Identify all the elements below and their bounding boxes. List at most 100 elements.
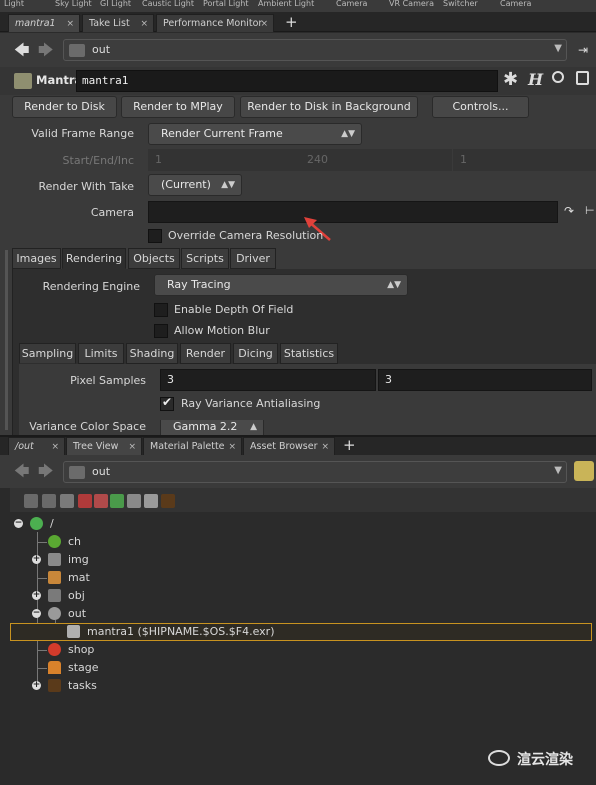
- tree-item-out[interactable]: − out: [10, 605, 596, 623]
- override-camera-resolution-checkbox[interactable]: [148, 229, 162, 243]
- shelf-tool[interactable]: VR Camera: [389, 0, 434, 8]
- help-icon[interactable]: H: [528, 70, 543, 89]
- tab-mantra1[interactable]: mantra1 ×: [8, 14, 80, 32]
- shelf-tool[interactable]: Portal Light: [203, 0, 249, 8]
- tab-driver[interactable]: Driver: [230, 248, 276, 269]
- render-to-disk-background-button[interactable]: Render to Disk in Background: [240, 96, 418, 118]
- jump-icon[interactable]: ↷: [564, 204, 574, 218]
- updown-icon: ▲: [250, 422, 257, 432]
- expand-icon[interactable]: +: [32, 591, 41, 600]
- tree-item-root[interactable]: − /: [10, 515, 596, 533]
- filter-icon[interactable]: [24, 494, 38, 508]
- param-scrollbar[interactable]: [5, 250, 8, 430]
- tree-item-ch[interactable]: ch: [10, 533, 596, 551]
- allow-motion-blur-checkbox[interactable]: [154, 324, 168, 338]
- start-frame-field[interactable]: 1: [148, 149, 300, 171]
- tab-material-palette[interactable]: Material Palette ×: [143, 437, 242, 455]
- close-tab-icon[interactable]: ×: [228, 438, 236, 456]
- enable-depth-of-field-checkbox[interactable]: [154, 303, 168, 317]
- tab-take-list[interactable]: Take List ×: [82, 14, 154, 32]
- filter-icon[interactable]: [42, 494, 56, 508]
- tree-path-field[interactable]: out ▼: [63, 461, 567, 483]
- close-tab-icon[interactable]: ×: [260, 15, 268, 33]
- back-arrow-icon[interactable]: 🡄: [14, 42, 30, 58]
- tab-sampling[interactable]: Sampling: [19, 343, 76, 364]
- gear-icon[interactable]: ✱: [503, 69, 518, 90]
- shelf-tool[interactable]: Sky Light: [55, 0, 92, 8]
- filter-icon[interactable]: [60, 494, 74, 508]
- collapse-icon[interactable]: −: [14, 519, 23, 528]
- render-to-mplay-button[interactable]: Render to MPlay: [121, 96, 235, 118]
- end-frame-field[interactable]: 240: [300, 149, 452, 171]
- tab-label: Asset Browser: [250, 441, 318, 452]
- tree-item-tasks[interactable]: + tasks: [10, 677, 596, 695]
- camera-path-field[interactable]: [148, 201, 558, 223]
- expand-icon[interactable]: +: [32, 555, 41, 564]
- inc-frame-field[interactable]: 1: [453, 149, 596, 171]
- valid-frame-range-menu[interactable]: Render Current Frame ▲▼: [148, 123, 362, 145]
- filter-icon[interactable]: [94, 494, 108, 508]
- tab-images[interactable]: Images: [12, 248, 61, 269]
- pixel-samples-x-field[interactable]: 3: [160, 369, 376, 391]
- expand-icon[interactable]: +: [32, 681, 41, 690]
- tab-dicing[interactable]: Dicing: [233, 343, 278, 364]
- filter-icon[interactable]: [110, 494, 124, 508]
- shelf-tool[interactable]: Caustic Light: [142, 0, 194, 8]
- network-path-field[interactable]: out ▼: [63, 39, 567, 61]
- tree-item-img[interactable]: + img: [10, 551, 596, 569]
- tab-objects[interactable]: Objects: [128, 248, 180, 269]
- node-name-field[interactable]: mantra1: [76, 70, 498, 92]
- search-icon[interactable]: [552, 71, 564, 83]
- collapse-icon[interactable]: −: [32, 609, 41, 618]
- back-arrow-icon[interactable]: 🡄: [14, 463, 30, 479]
- close-tab-icon[interactable]: ×: [51, 438, 59, 456]
- ray-variance-antialiasing-checkbox[interactable]: ✔: [160, 395, 174, 411]
- close-tab-icon[interactable]: ×: [66, 15, 74, 33]
- render-to-disk-button[interactable]: Render to Disk: [12, 96, 117, 118]
- filter-icon[interactable]: [78, 494, 92, 508]
- filter-icon[interactable]: [144, 494, 158, 508]
- operator-chooser-icon[interactable]: ⊢: [585, 204, 595, 217]
- tab-limits[interactable]: Limits: [78, 343, 124, 364]
- tab-asset-browser[interactable]: Asset Browser ×: [243, 437, 335, 455]
- render-with-take-menu[interactable]: (Current) ▲▼: [148, 174, 242, 196]
- tree-item-mantra1[interactable]: mantra1 ($HIPNAME.$OS.$F4.exr): [10, 623, 592, 641]
- forward-arrow-icon[interactable]: 🡆: [38, 42, 54, 58]
- shelf-tool[interactable]: Camera: [336, 0, 367, 8]
- pin-icon[interactable]: ⇥: [578, 42, 588, 58]
- checkmark-icon: ✔: [162, 395, 173, 409]
- tree-item-obj[interactable]: + obj: [10, 587, 596, 605]
- shelf-tool[interactable]: Switcher: [443, 0, 478, 8]
- forward-arrow-icon[interactable]: 🡆: [38, 463, 54, 479]
- tree-item-shop[interactable]: shop: [10, 641, 596, 659]
- controls-button[interactable]: Controls...: [432, 96, 529, 118]
- tab-out[interactable]: /out ×: [8, 437, 65, 455]
- chevron-down-icon[interactable]: ▼: [554, 465, 562, 476]
- tab-render[interactable]: Render: [180, 343, 231, 364]
- shelf-tool[interactable]: Ambient Light: [258, 0, 314, 8]
- shelf-tool[interactable]: Light: [4, 0, 24, 8]
- variance-color-space-menu[interactable]: Gamma 2.2 ▲: [160, 420, 264, 435]
- tree-item-mat[interactable]: mat: [10, 569, 596, 587]
- tab-rendering[interactable]: Rendering: [62, 248, 126, 269]
- tree-item-stage[interactable]: stage: [10, 659, 596, 677]
- rendering-engine-menu[interactable]: Ray Tracing ▲▼: [154, 274, 408, 296]
- filter-icon[interactable]: [127, 494, 141, 508]
- tab-tree-view[interactable]: Tree View ×: [66, 437, 142, 455]
- info-icon[interactable]: [576, 71, 589, 85]
- tab-shading[interactable]: Shading: [126, 343, 178, 364]
- pin-icon[interactable]: [574, 461, 594, 481]
- tab-statistics[interactable]: Statistics: [280, 343, 338, 364]
- tab-scripts[interactable]: Scripts: [181, 248, 229, 269]
- shelf-tool[interactable]: Camera: [500, 0, 531, 8]
- chevron-down-icon[interactable]: ▼: [554, 43, 562, 54]
- close-tab-icon[interactable]: ×: [140, 15, 148, 33]
- add-tab-icon[interactable]: +: [343, 436, 356, 454]
- filter-icon[interactable]: [161, 494, 175, 508]
- pixel-samples-y-field[interactable]: 3: [378, 369, 592, 391]
- shelf-tool[interactable]: GI Light: [100, 0, 131, 8]
- add-tab-icon[interactable]: +: [285, 13, 298, 31]
- close-tab-icon[interactable]: ×: [128, 438, 136, 456]
- tab-performance-monitor[interactable]: Performance Monitor ×: [156, 14, 274, 32]
- close-tab-icon[interactable]: ×: [321, 438, 329, 456]
